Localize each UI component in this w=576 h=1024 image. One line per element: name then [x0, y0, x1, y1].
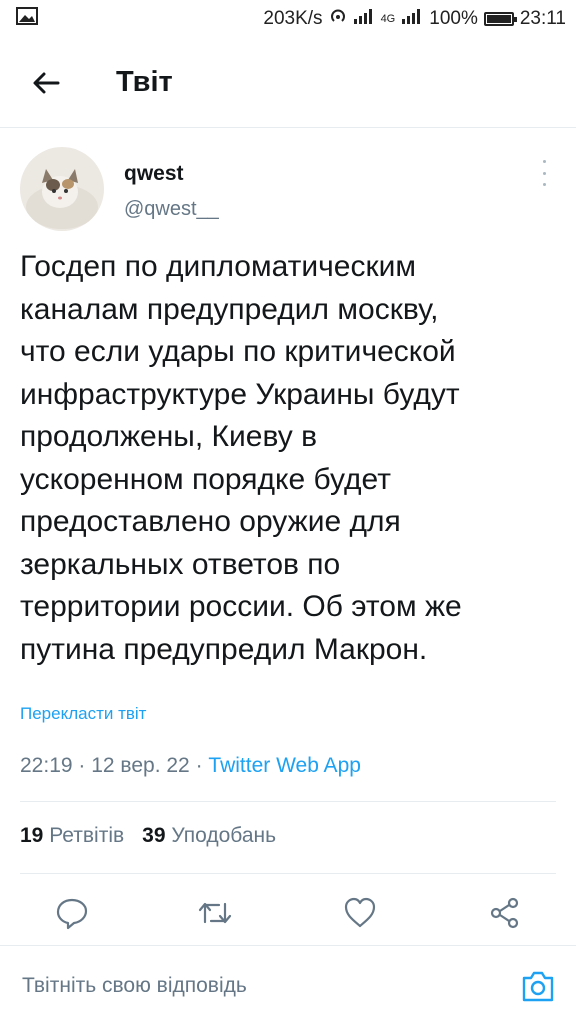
network-speed: 203K/s — [263, 8, 323, 29]
tweet-stats: 19 Ретвітів 39 Уподобань — [20, 824, 276, 848]
likes-count: 39 — [142, 824, 166, 847]
tweet-meta: 22:19 · 12 вер. 22 · Twitter Web App — [20, 754, 361, 778]
retweets-count: 19 — [20, 824, 44, 847]
tweet-text: Госдеп по дипломатическим каналам предуп… — [20, 250, 462, 666]
meta-separator: · — [72, 754, 92, 777]
retweet-button[interactable] — [196, 894, 234, 932]
battery-percent: 100% — [429, 8, 478, 29]
translate-tweet-link[interactable]: Перекласти твіт — [20, 704, 146, 724]
divider — [20, 801, 556, 802]
tweet-time: 22:19 — [20, 754, 73, 777]
heart-icon — [344, 897, 376, 928]
avatar[interactable] — [20, 147, 104, 231]
tweet-source-link[interactable]: Twitter Web App — [208, 754, 361, 777]
back-button[interactable] — [18, 55, 74, 111]
share-icon — [490, 897, 519, 929]
reply-bar: Твітніть свою відповідь — [0, 945, 576, 1024]
like-button[interactable] — [341, 894, 379, 932]
reply-button[interactable] — [53, 894, 91, 932]
tweet-date: 12 вер. 22 — [91, 754, 190, 777]
reply-icon — [56, 898, 88, 930]
network-type: 4G — [380, 13, 396, 25]
display-name[interactable]: qwest — [124, 162, 184, 186]
clock: 23:11 — [519, 8, 566, 29]
battery-icon — [483, 12, 517, 26]
app-header: Твіт — [0, 38, 576, 128]
meta-separator: · — [189, 754, 209, 777]
camera-icon — [522, 971, 554, 1002]
camera-button[interactable] — [518, 966, 558, 1006]
likes-label: Уподобань — [171, 824, 277, 847]
signal-icon — [353, 8, 375, 30]
share-button[interactable] — [486, 894, 524, 932]
tweet-actions — [0, 888, 576, 938]
reply-input[interactable]: Твітніть свою відповідь — [22, 974, 247, 998]
user-handle[interactable]: @qwest__ — [124, 198, 219, 221]
signal-icon-2 — [401, 8, 423, 30]
status-bar: 203K/s 4G 100% 23:11 — [0, 0, 576, 38]
divider — [20, 873, 556, 874]
page-title: Твіт — [116, 66, 173, 98]
more-options-icon[interactable] — [534, 160, 554, 186]
arrow-left-icon — [33, 72, 60, 93]
retweets-label: Ретвітів — [49, 824, 125, 847]
retweet-icon — [198, 902, 232, 924]
image-icon — [16, 7, 38, 31]
likes-stat[interactable]: 39 Уподобань — [142, 824, 276, 848]
retweets-stat[interactable]: 19 Ретвітів — [20, 824, 124, 848]
hotspot-icon — [329, 7, 347, 31]
